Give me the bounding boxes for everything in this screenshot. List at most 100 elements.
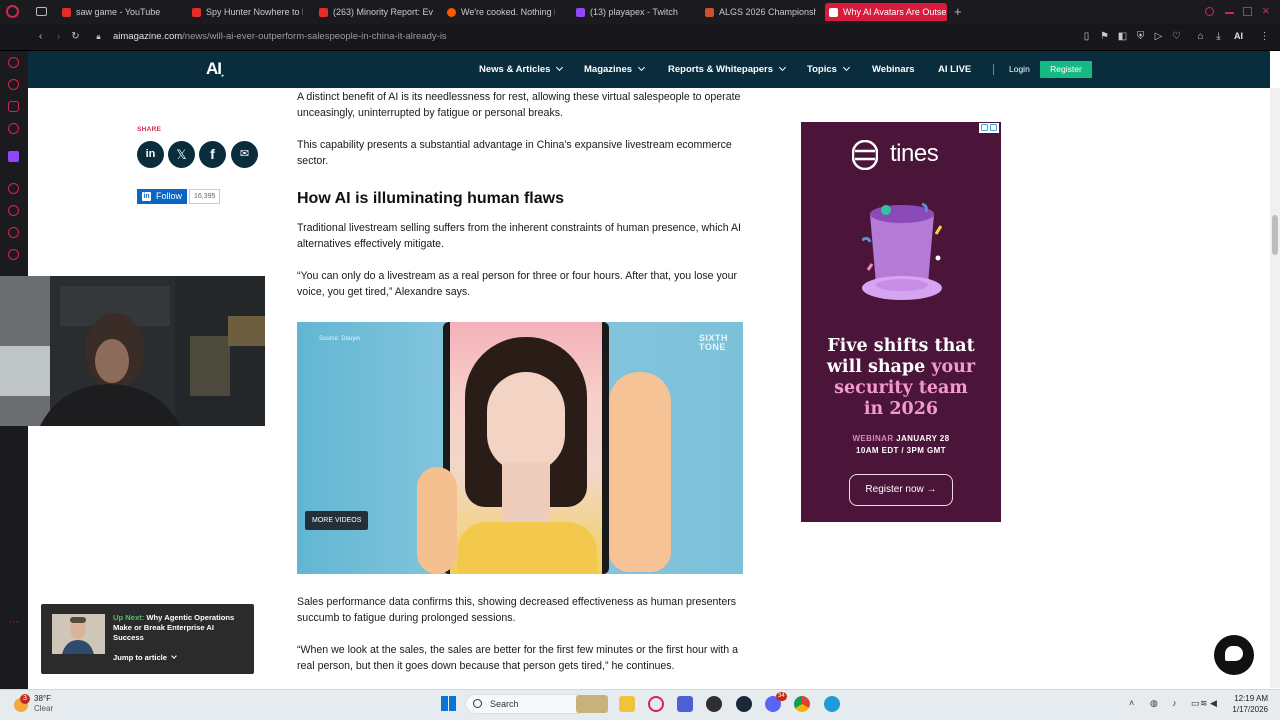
minimize-icon[interactable]: [1225, 12, 1234, 14]
reddit-icon: [447, 7, 456, 17]
tray-wifi-icon[interactable]: ≋: [1200, 698, 1210, 708]
up-next-title[interactable]: Up Next: Why Agentic Operations Make or …: [113, 613, 243, 643]
page-scrollbar[interactable]: [1270, 88, 1280, 688]
sidebar-more-icon[interactable]: ⋯: [9, 617, 19, 628]
obs-icon[interactable]: [706, 696, 722, 712]
forward-icon[interactable]: ›: [53, 31, 64, 42]
email-share-icon[interactable]: ✉: [231, 141, 258, 168]
scrollbar-thumb[interactable]: [1272, 215, 1278, 255]
tray-mic-icon[interactable]: ♪: [1172, 698, 1182, 708]
camera-icon[interactable]: ▷: [1153, 31, 1164, 42]
linkedin-follow-button[interactable]: in Follow: [137, 189, 188, 204]
maximize-icon[interactable]: [1243, 7, 1252, 16]
tray-chevron-icon[interactable]: ˄: [1129, 698, 1139, 708]
article-paragraph-6: “When we look at the sales, the sales ar…: [297, 644, 739, 672]
ad-choices-icon[interactable]: [979, 123, 999, 133]
search-icon: [473, 699, 482, 708]
weather-badge: 3: [20, 694, 30, 704]
tab-spy-hunter[interactable]: Spy Hunter Nowhere to R: [188, 3, 303, 21]
download-icon[interactable]: ⤓: [1213, 31, 1224, 42]
tab-menu-icon[interactable]: [36, 7, 47, 16]
sidebar-extensions-icon[interactable]: [8, 249, 19, 260]
new-tab-icon[interactable]: +: [954, 4, 962, 19]
tab-algs[interactable]: ALGS 2026 Championship: [701, 3, 816, 21]
weather-text[interactable]: 38°F Clear: [34, 694, 53, 714]
sidebar-aria-icon[interactable]: [8, 57, 19, 68]
nav-divider: [993, 64, 994, 75]
opera-icon[interactable]: [648, 696, 664, 712]
wallet-icon[interactable]: ⌂: [1195, 31, 1206, 42]
up-next-thumbnail[interactable]: [52, 614, 105, 654]
menu-dots-icon[interactable]: ⋮: [1259, 31, 1270, 42]
split-view-icon[interactable]: ▯: [1081, 31, 1092, 42]
chevron-down-icon: [638, 63, 646, 72]
ai-button[interactable]: AI: [1234, 31, 1243, 41]
file-explorer-icon[interactable]: [619, 696, 635, 712]
tab-reddit[interactable]: We're cooked. Nothing is: [443, 3, 555, 21]
chevron-down-icon: [779, 63, 787, 72]
nav-ai-live[interactable]: AI LIVE: [938, 64, 971, 75]
back-icon[interactable]: ‹: [35, 31, 46, 42]
taskbar-search[interactable]: Search: [465, 694, 585, 714]
sidebar-messenger-icon[interactable]: [8, 79, 19, 90]
tab-saw-game[interactable]: saw game - YouTube: [58, 3, 183, 21]
sidebar-twitch-icon[interactable]: [8, 151, 19, 162]
extensions-icon[interactable]: ◧: [1117, 31, 1128, 42]
nav-topics[interactable]: Topics: [807, 63, 850, 75]
login-link[interactable]: Login: [1009, 64, 1030, 74]
tray-volume-icon[interactable]: ◀︎: [1210, 698, 1220, 708]
chat-button[interactable]: [1214, 635, 1254, 675]
sidebar-settings-icon[interactable]: [8, 227, 19, 238]
close-icon[interactable]: ×: [1262, 3, 1270, 18]
search-tabs-icon[interactable]: [1205, 7, 1214, 16]
tab-twitch[interactable]: (13) playapex - Twitch: [572, 3, 687, 21]
sidebar-history-icon[interactable]: [8, 183, 19, 194]
chevron-down-icon: [556, 63, 564, 72]
twitch-icon: [576, 7, 585, 17]
tab-ai-avatars[interactable]: Why AI Avatars Are Outse: [825, 3, 947, 21]
tray-network-app-icon[interactable]: ◍: [1150, 698, 1160, 708]
tab-minority-report[interactable]: (263) Minority Report: Eve: [315, 3, 433, 21]
tines-ad[interactable]: [801, 122, 1001, 522]
ad-register-button[interactable]: Register now →: [849, 474, 953, 506]
tines-logo-icon: [852, 140, 878, 170]
linkedin-share-icon[interactable]: in: [137, 141, 164, 168]
taskbar-clock[interactable]: 12:19 AM 1/17/2026: [1226, 693, 1268, 715]
jump-to-article-link[interactable]: Jump to article: [113, 653, 177, 662]
steam-icon[interactable]: [736, 696, 752, 712]
webcam-overlay: [0, 276, 265, 426]
avatar-neck: [502, 462, 550, 522]
chevron-down-icon: [842, 63, 850, 72]
url-field[interactable]: aimagazine.com/news/will-ai-ever-outperf…: [113, 31, 447, 42]
bookmark-icon[interactable]: ⚑: [1099, 31, 1110, 42]
edge-icon[interactable]: [824, 696, 840, 712]
windows-start-icon[interactable]: [441, 696, 456, 711]
site-header: AI● News & Articles Magazines Reports & …: [28, 51, 1270, 88]
chrome-icon[interactable]: [794, 696, 810, 712]
discord-badge: 34: [776, 692, 787, 701]
sidebar-clock-icon[interactable]: [8, 205, 19, 216]
logo-dot: ●: [221, 73, 225, 79]
ad-headline: Five shifts that will shape your securit…: [826, 336, 976, 419]
video-watermark: SIXTH TONE: [699, 333, 729, 352]
search-highlight-icon[interactable]: [576, 695, 608, 713]
site-logo[interactable]: AI●: [206, 59, 224, 79]
heart-icon[interactable]: ♡: [1171, 31, 1182, 42]
ad-webinar-info: WEBINAR JANUARY 28 10AM EDT / 3PM GMT: [852, 434, 950, 455]
register-button[interactable]: Register: [1040, 61, 1092, 78]
article-video[interactable]: Source: Douyin SIXTH TONE MORE VIDEOS: [297, 322, 743, 574]
more-videos-button[interactable]: MORE VIDEOS: [305, 511, 369, 530]
nav-news-articles[interactable]: News & Articles: [479, 63, 564, 75]
nav-reports-whitepapers[interactable]: Reports & Whitepapers: [668, 63, 787, 75]
sidebar-music-icon[interactable]: [8, 123, 19, 134]
opera-logo-icon[interactable]: [6, 5, 19, 18]
adblock-icon[interactable]: ⛨: [1135, 31, 1146, 42]
reload-icon[interactable]: ↻: [70, 31, 81, 42]
nav-webinars[interactable]: Webinars: [872, 64, 915, 75]
x-share-icon[interactable]: 𝕏: [168, 141, 195, 168]
facebook-share-icon[interactable]: f: [199, 141, 226, 168]
youtube-icon: [192, 7, 201, 17]
app-v-icon[interactable]: [677, 696, 693, 712]
nav-magazines[interactable]: Magazines: [584, 63, 646, 75]
sidebar-instagram-icon[interactable]: [8, 101, 19, 112]
